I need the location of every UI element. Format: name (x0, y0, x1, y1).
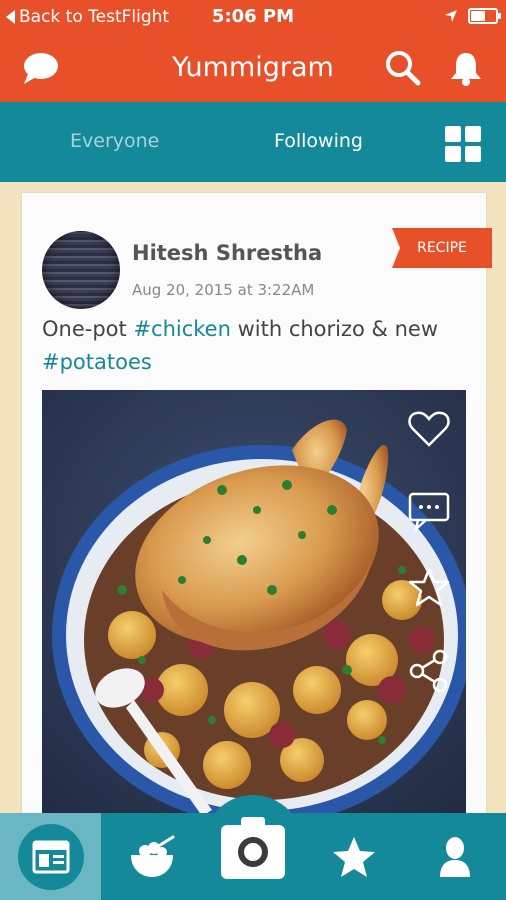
star-icon (332, 836, 375, 877)
status-bar: Back to TestFlight 5:06 PM (0, 0, 506, 34)
app-title: Yummigram (172, 52, 334, 83)
tab-everyone[interactable]: Everyone (70, 130, 159, 152)
battery-icon (468, 8, 501, 24)
food-image (42, 390, 466, 820)
location-arrow-icon (445, 10, 457, 22)
post-date: Aug 20, 2015 at 3:22AM (132, 281, 315, 299)
feed-icon (32, 840, 69, 873)
post-card: Hitesh Shrestha Aug 20, 2015 at 3:22AM R… (22, 193, 492, 833)
bowl-icon (130, 835, 174, 877)
recipe-badge: RECIPE (392, 228, 492, 268)
app-header: Yummigram (0, 34, 506, 102)
search-icon[interactable] (383, 48, 423, 88)
feed-tabs: Everyone Following (0, 102, 506, 182)
grid-icon[interactable] (445, 126, 481, 162)
tab-following[interactable]: Following (274, 130, 363, 152)
nav-recipes[interactable] (101, 813, 202, 900)
bell-icon[interactable] (446, 48, 486, 88)
heart-icon[interactable] (406, 406, 452, 452)
nav-favorites[interactable] (303, 813, 404, 900)
nav-profile[interactable] (404, 813, 505, 900)
hashtag-link[interactable]: #chicken (133, 317, 230, 341)
profile-icon (439, 836, 470, 877)
post-author[interactable]: Hitesh Shrestha (132, 241, 322, 265)
comment-icon[interactable] (406, 488, 452, 534)
caption-text: One-pot (42, 317, 134, 341)
post-caption: One-pot #chicken with chorizo & new #pot… (42, 313, 462, 379)
hashtag-link[interactable]: #potatoes (42, 350, 152, 374)
nav-feed[interactable] (0, 813, 101, 900)
post-photo[interactable] (42, 390, 466, 820)
caption-text: with chorizo & new (230, 317, 438, 341)
star-icon[interactable] (406, 565, 452, 611)
camera-icon (221, 816, 285, 879)
avatar[interactable] (42, 231, 120, 309)
share-icon[interactable] (406, 648, 452, 694)
bottom-nav (0, 795, 506, 900)
camera-button[interactable] (202, 795, 304, 900)
status-time: 5:06 PM (211, 6, 295, 27)
